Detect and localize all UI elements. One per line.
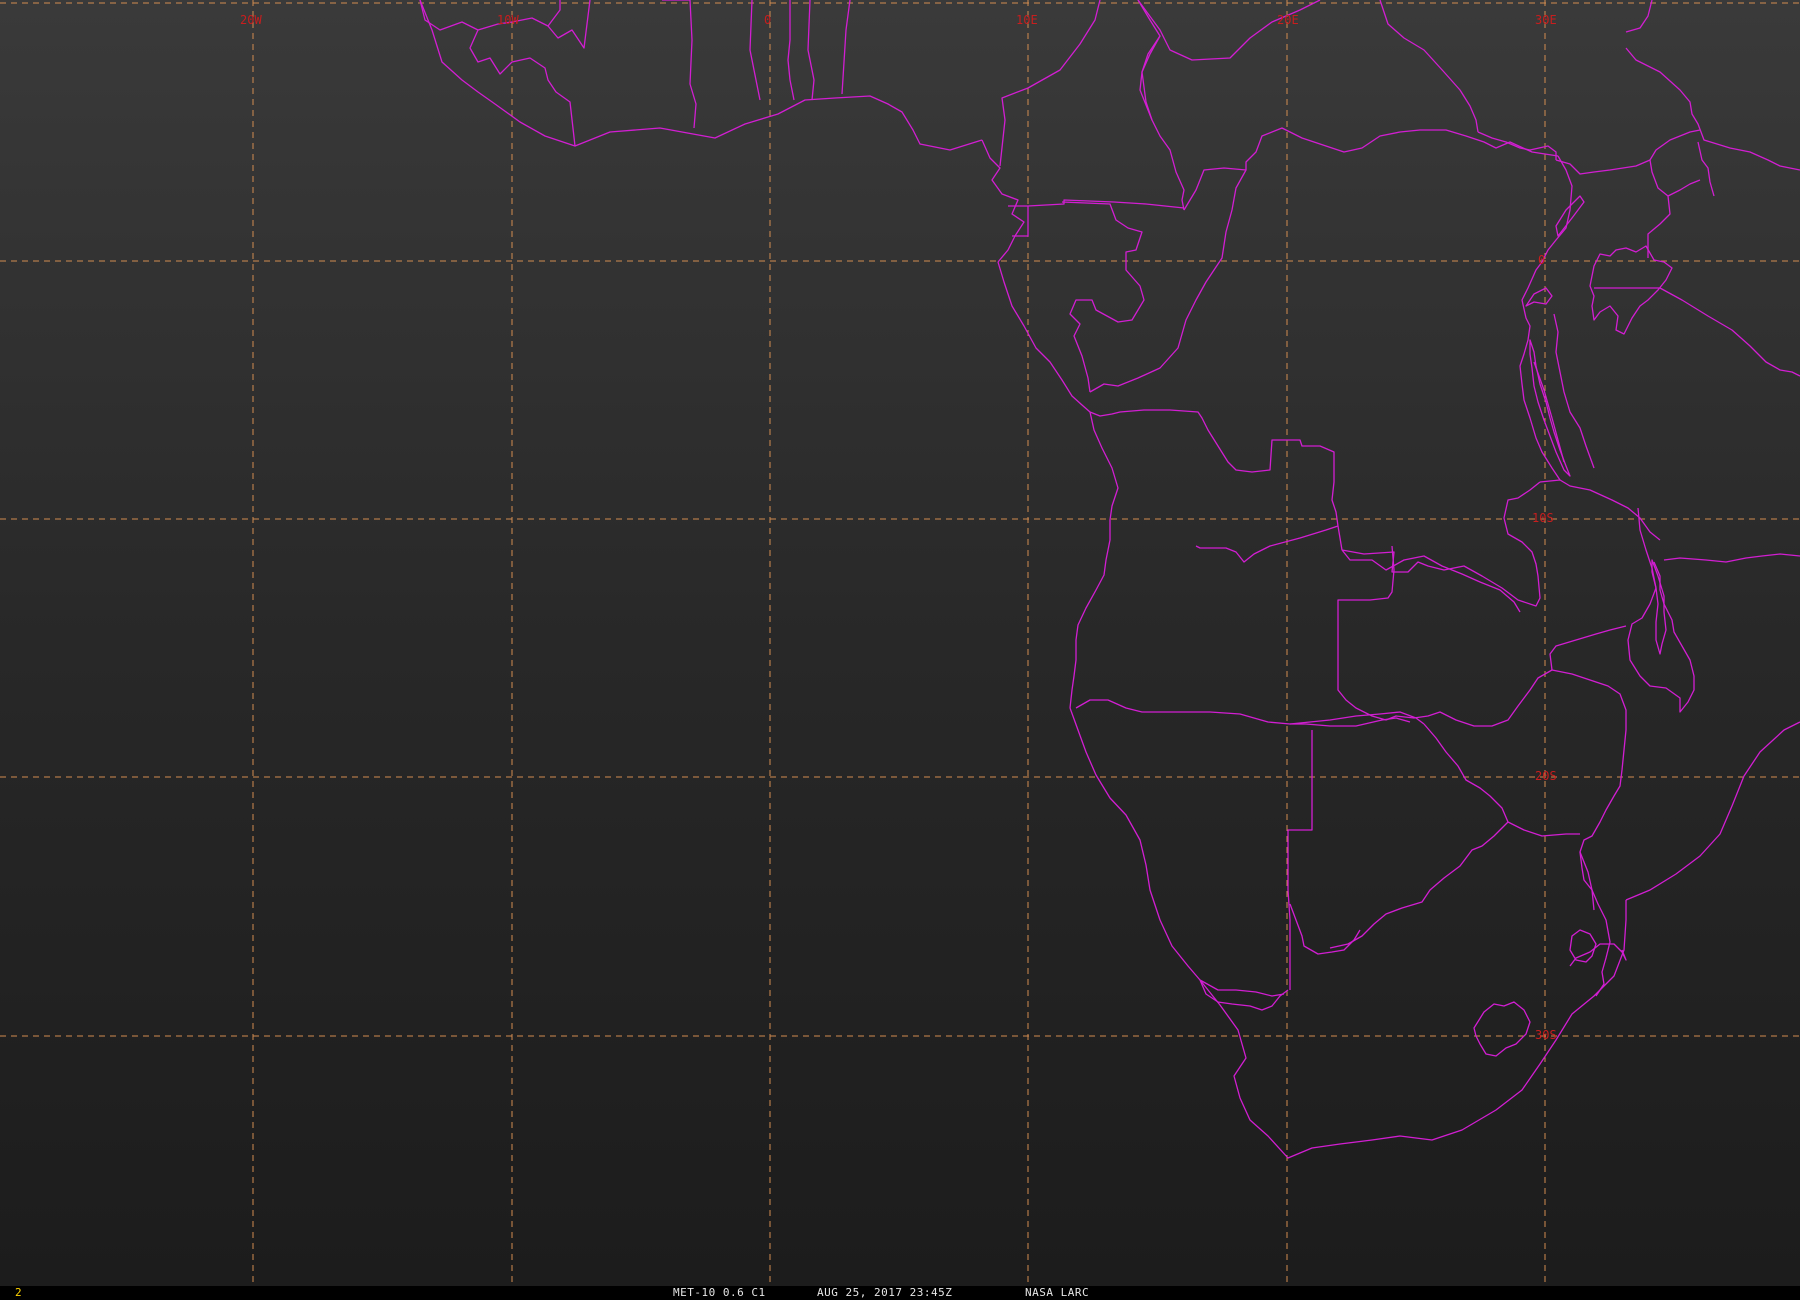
data-source: NASA LARC bbox=[1025, 1286, 1090, 1299]
lon-label-20w: 20W bbox=[240, 13, 262, 27]
lat-label-20s: 20S bbox=[1535, 769, 1557, 783]
lon-label-10e: 10E bbox=[1016, 13, 1038, 27]
image-datetime: AUG 25, 2017 23:45Z bbox=[817, 1286, 953, 1299]
status-bar: 2 MET-10 0.6 C1 AUG 25, 2017 23:45Z NASA… bbox=[0, 1286, 1800, 1300]
lon-label-30e: 30E bbox=[1535, 13, 1557, 27]
lon-label-0: 0 bbox=[764, 13, 771, 27]
satellite-channel: MET-10 0.6 C1 bbox=[673, 1286, 766, 1299]
satellite-map: 20W 10W 0 10E 20E 30E 0 10S 20S 30S bbox=[0, 0, 1800, 1286]
lon-label-10w: 10W bbox=[497, 13, 519, 27]
lon-label-20e: 20E bbox=[1277, 13, 1299, 27]
lat-label-0: 0 bbox=[1538, 253, 1545, 267]
map-background bbox=[0, 0, 1800, 1286]
frame-number: 2 bbox=[15, 1286, 22, 1299]
lat-label-10s: 10S bbox=[1532, 511, 1554, 525]
lat-label-30s: 30S bbox=[1535, 1028, 1557, 1042]
